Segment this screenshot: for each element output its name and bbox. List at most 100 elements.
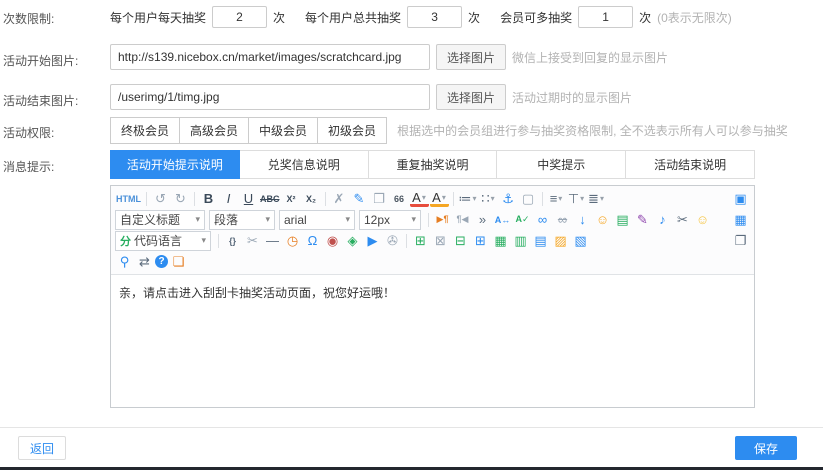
print-icon[interactable]: ❐	[731, 232, 750, 250]
emotion-2-icon[interactable]: ☺	[693, 211, 712, 229]
background-icon[interactable]: ▨	[551, 232, 570, 250]
spellcheck-icon[interactable]: A✓	[513, 211, 532, 229]
toolbar-separator	[325, 192, 326, 206]
music-icon[interactable]: ♪	[653, 211, 672, 229]
preview-page-icon[interactable]: ▦	[731, 211, 750, 229]
chevron-down-icon: ▾	[442, 193, 446, 202]
superscript-icon[interactable]: X²	[282, 190, 301, 208]
insert-col-icon[interactable]: ⊞	[471, 232, 490, 250]
member-option-ultimate-button[interactable]: 终极会员	[110, 117, 180, 144]
toolbar-separator	[428, 213, 429, 227]
underline-icon[interactable]: U	[239, 190, 258, 208]
member-option-junior-button[interactable]: 初级会员	[317, 117, 387, 144]
tab-win-tip[interactable]: 中奖提示	[496, 150, 626, 179]
attachment-icon[interactable]: ✇	[383, 232, 402, 250]
member-option-middle-button[interactable]: 中级会员	[248, 117, 318, 144]
paste-plain-icon[interactable]: ❐	[370, 190, 389, 208]
font-color-icon[interactable]: A▾	[410, 191, 429, 207]
limits-hint: (0表示无限次)	[657, 9, 732, 26]
undo-icon[interactable]: ↺	[151, 190, 170, 208]
find-replace-icon[interactable]: ⇄	[135, 253, 154, 271]
times-unit-text: 次	[639, 9, 651, 26]
insert-image-icon[interactable]: ▤	[613, 211, 632, 229]
map-icon[interactable]: ◉	[323, 232, 342, 250]
chevron-down-icon: ▾	[600, 194, 604, 203]
daily-draw-limit-input[interactable]	[212, 6, 267, 28]
custom-title-dropdown[interactable]: 自定义标题▾	[115, 210, 205, 230]
line-height-icon[interactable]: ≣▾	[587, 190, 606, 208]
gmap-icon[interactable]: ◈	[343, 232, 362, 250]
snapscreen-icon[interactable]: ✂	[673, 211, 692, 229]
tab-start-tip[interactable]: 活动开始提示说明	[110, 150, 240, 179]
bold-icon[interactable]: B	[199, 190, 218, 208]
total-draw-limit-input[interactable]	[407, 6, 462, 28]
scrawl-icon[interactable]: ✎	[633, 211, 652, 229]
back-button[interactable]: 返回	[18, 436, 66, 460]
custom-title-dropdown-label: 自定义标题	[120, 211, 192, 228]
subscript-icon[interactable]: X₂	[302, 190, 321, 208]
member-extra-draw-input[interactable]	[578, 6, 633, 28]
justify-icon[interactable]: ≡▾	[547, 190, 566, 208]
editor-content[interactable]: 亲，请点击进入刮刮卡抽奖活动页面，祝您好运哦！	[111, 275, 754, 405]
message-tabs-label: 消息提示:	[3, 158, 54, 175]
preview-icon[interactable]: ❏	[169, 253, 188, 271]
start-image-pick-button[interactable]: 选择图片	[436, 44, 506, 70]
unlink-icon[interactable]: ∞	[553, 211, 572, 229]
tab-redeem-info[interactable]: 兑奖信息说明	[239, 150, 369, 179]
insert-frame-icon[interactable]: ↓	[573, 211, 592, 229]
clear-doc-icon[interactable]: ▢	[519, 190, 538, 208]
blockquote-icon[interactable]: 66	[390, 190, 409, 208]
horizontal-rule-icon[interactable]: —	[263, 232, 282, 250]
chevron-down-icon: ▾	[473, 194, 477, 203]
emotion-icon[interactable]: ☺	[593, 211, 612, 229]
toolbar-separator	[406, 234, 407, 248]
format-painter-icon[interactable]: ✎	[350, 190, 369, 208]
end-image-pick-button[interactable]: 选择图片	[436, 84, 506, 110]
ltr-icon[interactable]: ▶¶	[433, 211, 452, 229]
redo-icon[interactable]: ↻	[171, 190, 190, 208]
code-language-dropdown[interactable]: 分代码语言▾	[115, 231, 211, 251]
start-image-url-input[interactable]	[110, 44, 430, 70]
highlight-color-icon[interactable]: A▾	[430, 191, 449, 207]
ordered-list-icon[interactable]: ≔▾	[458, 190, 478, 208]
help-icon[interactable]: ?	[155, 255, 168, 268]
toolbar-separator	[146, 192, 147, 206]
save-button[interactable]: 保存	[735, 436, 797, 460]
tab-end-info[interactable]: 活动结束说明	[625, 150, 755, 179]
merge-cells-icon[interactable]: ▦	[491, 232, 510, 250]
word-spacing-icon[interactable]: A↔	[493, 211, 512, 229]
template-icon[interactable]: ▧	[571, 232, 590, 250]
link-icon[interactable]: ∞	[533, 211, 552, 229]
end-image-url-input[interactable]	[110, 84, 430, 110]
delete-table-icon[interactable]: ⊠	[431, 232, 450, 250]
unordered-list-icon[interactable]: ∷▾	[479, 190, 498, 208]
insert-row-icon[interactable]: ⊟	[451, 232, 470, 250]
source-code-icon[interactable]: HTML	[115, 190, 142, 208]
font-family-dropdown[interactable]: arial▾	[279, 210, 355, 230]
date-time-icon[interactable]: ◷	[283, 232, 302, 250]
paragraph-dropdown[interactable]: 段落▾	[209, 210, 275, 230]
editor-toolbar: HTML↺↻BIUABCX²X₂✗✎❐66A▾A▾≔▾∷▾⚓▢≡▾⊤▾≣▾▣自定…	[111, 186, 754, 275]
fullscreen-icon[interactable]: ▣	[731, 190, 750, 208]
end-image-label: 活动结束图片:	[3, 92, 78, 109]
indent-icon[interactable]: »	[473, 211, 492, 229]
cut-icon[interactable]: ✂	[243, 232, 262, 250]
rtl-icon[interactable]: ¶◀	[453, 211, 472, 229]
eraser-icon[interactable]: ✗	[330, 190, 349, 208]
split-cells-icon[interactable]: ▥	[511, 232, 530, 250]
permission-row: 终极会员 高级会员 中级会员 初级会员 根据选中的会员组进行参与抽奖资格限制, …	[110, 117, 788, 144]
vertical-align-icon[interactable]: ⊤▾	[567, 190, 586, 208]
start-image-row: 选择图片 微信上接受到回复的显示图片	[110, 44, 668, 70]
table-header-icon[interactable]: ▤	[531, 232, 550, 250]
insert-video-icon[interactable]: ▶	[363, 232, 382, 250]
font-size-dropdown[interactable]: 12px▾	[359, 210, 421, 230]
anchor-icon[interactable]: ⚓	[499, 190, 518, 208]
insert-code-icon[interactable]: {}	[223, 232, 242, 250]
strikethrough-icon[interactable]: ABC	[259, 190, 281, 208]
search-icon[interactable]: ⚲	[115, 253, 134, 271]
tab-repeat-draw[interactable]: 重复抽奖说明	[368, 150, 498, 179]
omega-icon[interactable]: Ω	[303, 232, 322, 250]
member-option-senior-button[interactable]: 高级会员	[179, 117, 249, 144]
italic-icon[interactable]: I	[219, 190, 238, 208]
insert-table-icon[interactable]: ⊞	[411, 232, 430, 250]
